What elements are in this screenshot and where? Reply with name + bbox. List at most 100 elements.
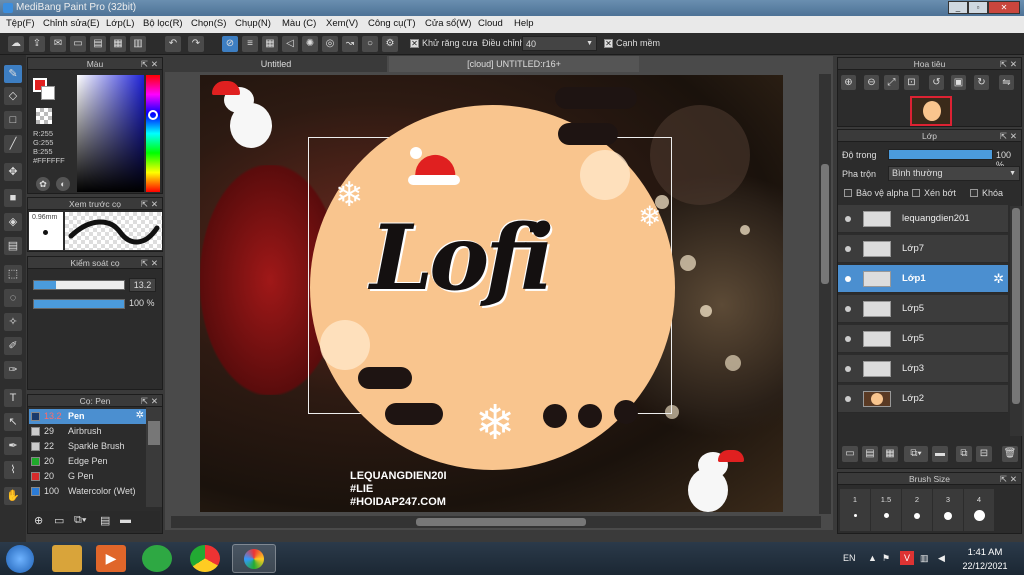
tab-untitled[interactable]: Untitled bbox=[165, 56, 387, 72]
brush-item-sparkle[interactable]: 22 Sparkle Brush bbox=[29, 439, 146, 454]
snap-settings-icon[interactable]: ⚙ bbox=[382, 36, 398, 52]
line-tool-icon[interactable]: ╱ bbox=[4, 135, 22, 153]
layer-row[interactable]: Lớp3 bbox=[838, 355, 1008, 383]
brush-item-watercolor[interactable]: 100 Watercolor (Wet) bbox=[29, 484, 146, 499]
scroll-thumb[interactable] bbox=[416, 518, 586, 526]
gradient-tool-icon[interactable]: ▤ bbox=[4, 237, 22, 255]
snap-vanish-icon[interactable]: ◁ bbox=[282, 36, 298, 52]
clock-time[interactable]: 1:41 AM bbox=[960, 547, 1010, 558]
menu-tools[interactable]: Công cụ(T) bbox=[368, 18, 416, 29]
move-tool-icon[interactable]: ✥ bbox=[4, 163, 22, 181]
layer-menu-icon[interactable]: ⧉▾ bbox=[904, 446, 928, 462]
snap-radial-icon[interactable]: ✺ bbox=[302, 36, 318, 52]
horizontal-scrollbar[interactable] bbox=[171, 516, 821, 528]
transparent-swatch[interactable] bbox=[36, 108, 52, 124]
tray-v-icon[interactable]: V bbox=[900, 551, 914, 565]
explorer-icon[interactable] bbox=[52, 545, 82, 572]
pin-icon[interactable]: ⇱ bbox=[141, 395, 148, 407]
lasso-tool-icon[interactable]: ◌ bbox=[4, 289, 22, 307]
rotate-right-icon[interactable]: ↻ bbox=[974, 75, 989, 90]
menu-color[interactable]: Màu (C) bbox=[282, 18, 316, 29]
network-icon[interactable]: ▥ bbox=[920, 553, 929, 564]
medibang-taskbar-button[interactable] bbox=[232, 544, 276, 573]
flip-icon[interactable]: ⇋ bbox=[999, 75, 1014, 90]
brush-item-g-pen[interactable]: 20 G Pen bbox=[29, 469, 146, 484]
close-button[interactable]: ✕ bbox=[988, 1, 1020, 14]
menu-select[interactable]: Chọn(S) bbox=[191, 18, 226, 29]
trash-icon[interactable]: 🗑 bbox=[1002, 446, 1018, 462]
app-icon-green[interactable] bbox=[142, 545, 172, 572]
navigator-thumbnail[interactable] bbox=[910, 96, 952, 126]
lock-checkbox[interactable] bbox=[970, 189, 978, 197]
menu-window[interactable]: Cửa sổ(W) bbox=[425, 18, 471, 29]
layout-icon[interactable]: ▥ bbox=[130, 36, 146, 52]
size-cell[interactable]: 4 bbox=[964, 489, 994, 531]
actual-size-icon[interactable]: ⊡ bbox=[904, 75, 919, 90]
pin-icon[interactable]: ⇱ bbox=[141, 198, 148, 210]
tab-cloud-untitled[interactable]: [cloud] UNTITLED:r16+ bbox=[389, 56, 639, 72]
snap-ellipse-icon[interactable]: ○ bbox=[362, 36, 378, 52]
layer-row[interactable]: Lớp7 bbox=[838, 235, 1008, 263]
redo-icon[interactable]: ↷ bbox=[188, 36, 204, 52]
opacity-slider[interactable] bbox=[888, 149, 993, 160]
select-tool-icon[interactable]: ⬚ bbox=[4, 265, 22, 283]
dropper-icon[interactable]: ⌇ bbox=[4, 461, 22, 479]
brush-menu-icon[interactable]: ⧉▾ bbox=[74, 514, 86, 527]
chat-icon[interactable]: ✉ bbox=[50, 36, 66, 52]
size-cell[interactable]: 1.5 bbox=[871, 489, 901, 531]
select-pen-icon[interactable]: ✐ bbox=[4, 337, 22, 355]
artwork-canvas[interactable]: Lofi ❄ ❄ ❄ LEQUANGDIEN20I #LIE #HOIDAP24… bbox=[200, 75, 783, 512]
close-icon[interactable]: ✕ bbox=[1010, 473, 1017, 485]
new-halftone-layer-icon[interactable]: ▤ bbox=[862, 446, 878, 462]
menu-filter[interactable]: Bộ lọc(R) bbox=[143, 18, 183, 29]
cloud-icon[interactable]: ☁ bbox=[8, 36, 24, 52]
start-button[interactable] bbox=[6, 545, 34, 573]
eye-icon[interactable] bbox=[845, 246, 851, 252]
menu-layer[interactable]: Lớp(L) bbox=[106, 18, 134, 29]
eraser-tool-icon[interactable]: ◇ bbox=[4, 87, 22, 105]
antialias-checkbox[interactable]: ✕ bbox=[410, 39, 419, 48]
snap-off-icon[interactable]: ⊘ bbox=[222, 36, 238, 52]
close-icon[interactable]: ✕ bbox=[151, 198, 158, 210]
flag-icon[interactable]: ⚑ bbox=[882, 553, 890, 564]
hue-handle[interactable] bbox=[148, 110, 158, 120]
rect-tool-icon[interactable]: □ bbox=[4, 111, 22, 129]
layer-scrollbar[interactable] bbox=[1010, 206, 1022, 436]
eye-icon[interactable] bbox=[845, 396, 851, 402]
eye-icon[interactable] bbox=[845, 336, 851, 342]
chrome-icon[interactable] bbox=[190, 545, 220, 572]
magic-wand-icon[interactable]: ✧ bbox=[4, 313, 22, 331]
secondary-color-swatch[interactable] bbox=[41, 86, 55, 100]
eyedropper-icon[interactable]: ✒ bbox=[4, 437, 22, 455]
close-icon[interactable]: ✕ bbox=[151, 58, 158, 70]
zoom-out-icon[interactable]: ⊖ bbox=[864, 75, 879, 90]
gear-icon[interactable]: ✲ bbox=[136, 410, 144, 421]
reset-rotate-icon[interactable]: ▣ bbox=[951, 75, 966, 90]
color-picker-icon[interactable]: ◐ bbox=[56, 177, 70, 191]
new-layer-icon[interactable]: ▭ bbox=[842, 446, 858, 462]
language-indicator[interactable]: EN bbox=[843, 553, 856, 563]
saturation-value-field[interactable] bbox=[77, 75, 144, 192]
scroll-thumb[interactable] bbox=[1012, 208, 1020, 404]
palette-icon[interactable]: ✿ bbox=[36, 177, 50, 191]
brush-item-edge-pen[interactable]: 20 Edge Pen bbox=[29, 454, 146, 469]
rotate-left-icon[interactable]: ↺ bbox=[929, 75, 944, 90]
close-icon[interactable]: ✕ bbox=[1010, 58, 1017, 70]
media-player-icon[interactable]: ▶ bbox=[96, 545, 126, 572]
new-8bit-layer-icon[interactable]: ▦ bbox=[882, 446, 898, 462]
brush-opacity-slider[interactable] bbox=[33, 299, 125, 309]
layer-row[interactable]: Lớp2 bbox=[838, 385, 1008, 413]
adjust-input[interactable]: 40 ▼ bbox=[522, 36, 597, 51]
menu-help[interactable]: Help bbox=[514, 18, 534, 29]
pin-icon[interactable]: ⇱ bbox=[1000, 58, 1007, 70]
snap-grid-icon[interactable]: ▦ bbox=[262, 36, 278, 52]
eye-icon[interactable] bbox=[845, 306, 851, 312]
size-cell[interactable]: 1 bbox=[840, 489, 870, 531]
layer-row[interactable]: Lớp5 bbox=[838, 325, 1008, 353]
blend-mode-select[interactable]: Bình thường ▼ bbox=[888, 166, 1020, 181]
pin-icon[interactable]: ⇱ bbox=[1000, 130, 1007, 142]
menu-capture[interactable]: Chụp(N) bbox=[235, 18, 271, 29]
menu-file[interactable]: Tệp(F) bbox=[6, 18, 35, 29]
vertical-scrollbar[interactable] bbox=[819, 74, 831, 514]
layer-folder-icon[interactable]: ▬ bbox=[932, 446, 948, 462]
